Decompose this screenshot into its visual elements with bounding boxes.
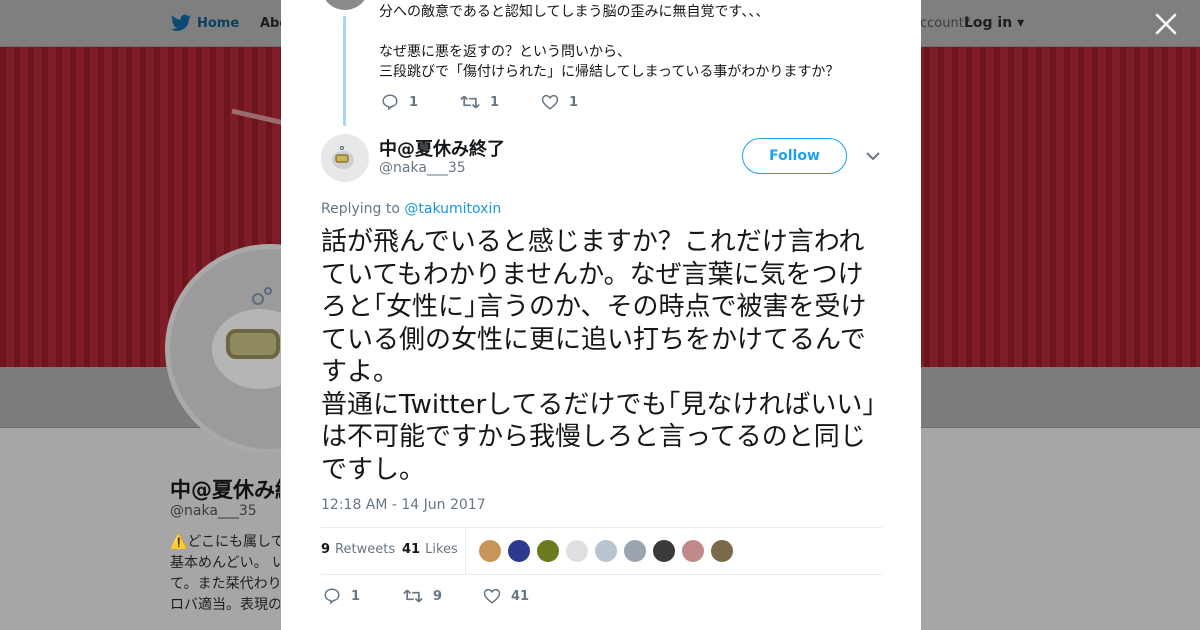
bio-line: て。また栞代わり bbox=[170, 576, 280, 592]
liker-avatar[interactable] bbox=[710, 539, 734, 563]
reply-count: 1 bbox=[351, 588, 361, 604]
liker-avatar[interactable] bbox=[536, 539, 560, 563]
login-label: Log in bbox=[964, 15, 1013, 31]
like-button[interactable]: 1 bbox=[541, 92, 578, 112]
likes-stat-count: 41 bbox=[402, 542, 421, 557]
bio-line: ⚠️どこにも属して bbox=[170, 534, 280, 550]
retweets-stat-count: 9 bbox=[321, 542, 331, 557]
liker-avatar[interactable] bbox=[594, 539, 618, 563]
divider bbox=[321, 574, 882, 575]
reply-count: 1 bbox=[409, 94, 419, 110]
retweet-button[interactable]: 1 bbox=[460, 92, 499, 112]
tweet-modal: 分への敵意であると認知してしまう脳の歪みに無自覚です、、、 なぜ悪に悪を返すの？… bbox=[281, 0, 921, 630]
follow-button[interactable]: Follow bbox=[742, 138, 847, 174]
liker-avatar[interactable] bbox=[681, 539, 705, 563]
heart-icon bbox=[541, 94, 559, 110]
tweet-stats: 9 Retweets 41 Likes bbox=[321, 528, 882, 574]
tweet-text: 話が飛んでいると感じますか？これだけ言われていてもわかりませんか。なぜ言葉に気を… bbox=[321, 227, 876, 485]
close-icon[interactable] bbox=[1154, 12, 1178, 36]
retweet-count: 9 bbox=[433, 588, 443, 604]
retweet-button[interactable]: 9 bbox=[403, 586, 442, 606]
nav-home-link[interactable]: Home bbox=[197, 16, 239, 31]
profile-bio: ⚠️どこにも属して 基本めんどい。 い て。また栞代わり ロバ適当。表現の bbox=[170, 532, 280, 616]
previous-tweet-text: 分への敵意であると認知してしまう脳の歪みに無自覚です、、、 なぜ悪に悪を返すの？… bbox=[379, 4, 840, 80]
retweets-stat[interactable]: 9 Retweets bbox=[321, 542, 395, 557]
author-avatar[interactable] bbox=[321, 134, 369, 182]
retweet-icon bbox=[403, 589, 423, 603]
like-count: 41 bbox=[511, 588, 530, 604]
thread-connector-line bbox=[343, 16, 346, 126]
liker-avatar[interactable] bbox=[565, 539, 589, 563]
replying-to-label: Replying to bbox=[321, 201, 400, 217]
likes-stat[interactable]: 41 Likes bbox=[402, 542, 458, 557]
bio-line: 基本めんどい。 い bbox=[170, 555, 280, 571]
reply-icon bbox=[382, 94, 398, 111]
reply-icon bbox=[324, 588, 340, 605]
replying-to-line: Replying to @takumitoxin bbox=[321, 201, 501, 217]
profile-name: 中@夏休み終了 bbox=[170, 478, 280, 502]
twitter-bird-icon[interactable] bbox=[171, 14, 191, 32]
like-count: 1 bbox=[569, 94, 579, 110]
tweet-timestamp[interactable]: 12:18 AM - 14 Jun 2017 bbox=[321, 497, 486, 513]
chevron-down-icon[interactable] bbox=[866, 150, 880, 162]
login-button[interactable]: Log in ▾ bbox=[964, 15, 1024, 31]
likes-stat-label: Likes bbox=[425, 542, 458, 557]
bio-line: ロバ適当。表現の bbox=[170, 597, 280, 613]
heart-icon bbox=[483, 588, 501, 604]
like-button[interactable]: 41 bbox=[483, 586, 529, 606]
retweets-stat-label: Retweets bbox=[335, 542, 396, 557]
reply-button[interactable]: 1 bbox=[323, 586, 360, 606]
retweet-count: 1 bbox=[490, 94, 500, 110]
reply-button[interactable]: 1 bbox=[381, 92, 418, 112]
author-name[interactable]: 中@夏休み終了 bbox=[379, 135, 505, 161]
liker-avatar[interactable] bbox=[652, 539, 676, 563]
author-handle[interactable]: @naka___35 bbox=[379, 160, 466, 176]
previous-tweet-avatar[interactable] bbox=[321, 0, 369, 10]
liker-avatar[interactable] bbox=[623, 539, 647, 563]
profile-handle: @naka___35 bbox=[170, 503, 257, 519]
oyster-snorkel-icon bbox=[321, 134, 369, 182]
liker-avatar[interactable] bbox=[478, 539, 502, 563]
liker-avatar[interactable] bbox=[507, 539, 531, 563]
stats-separator bbox=[465, 528, 466, 574]
replying-to-mention[interactable]: @takumitoxin bbox=[404, 201, 501, 217]
retweet-icon bbox=[460, 95, 480, 109]
